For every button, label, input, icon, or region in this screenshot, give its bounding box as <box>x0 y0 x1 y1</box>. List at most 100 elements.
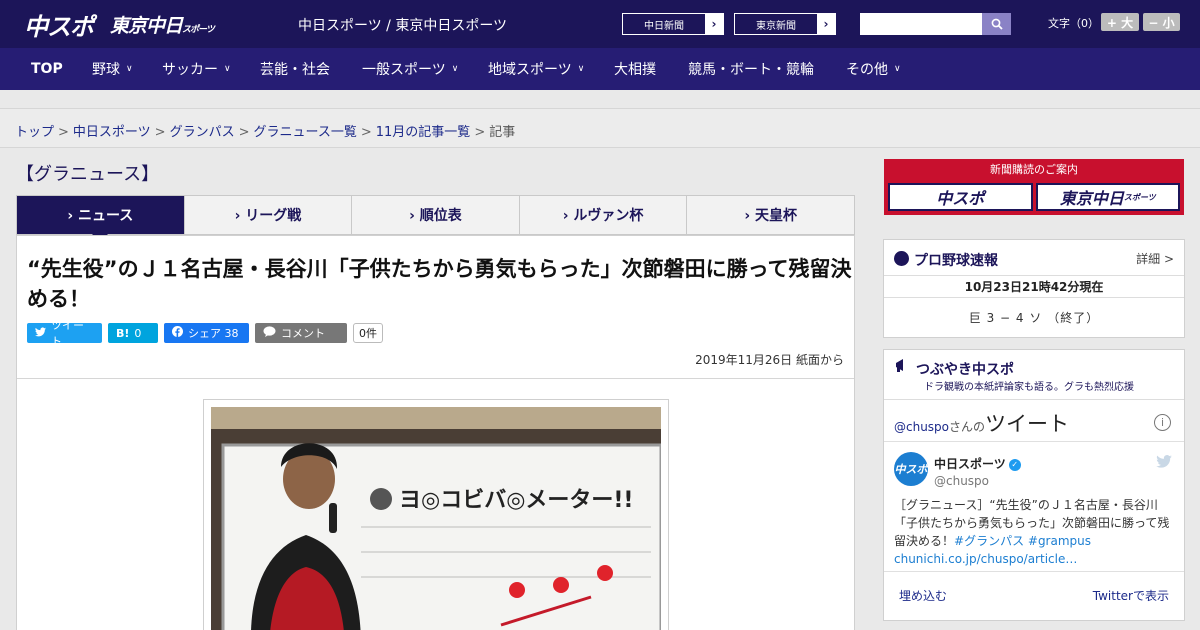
chuspo-logo[interactable]: 中スポ <box>24 7 94 42</box>
nav-label: その他 <box>846 62 888 78</box>
font-size-up-button[interactable]: + 大 <box>1101 13 1139 31</box>
breadcrumb-chuspo[interactable]: 中日スポーツ <box>73 125 151 140</box>
promo-chuspo-logo[interactable]: 中スポ <box>888 183 1033 211</box>
tweet-link[interactable]: chunichi.co.jp/chuspo/article… <box>894 552 1077 566</box>
tab-league[interactable]: › リーグ戦 <box>183 196 352 234</box>
article-dateline: 2019年11月26日 紙面から <box>695 353 844 367</box>
baseball-update-time: 10月23日21時42分現在 <box>884 276 1184 298</box>
nav-label: 大相撲 <box>614 62 656 78</box>
breadcrumb: トップ > 中日スポーツ > グランパス > グラニュース一覧 >11月の記事一覧 > 記事 <box>15 121 515 140</box>
tweets-by-suffix: さんの <box>949 420 986 434</box>
twitter-bird-icon <box>1156 454 1172 472</box>
section-title: 【グラニュース】 <box>16 164 160 185</box>
tab-news[interactable]: › ニュース <box>17 196 184 242</box>
article-headline: “先生役”のＪ１名古屋・長谷川「子供たちから勇気もらった」次節磐田に勝って残留決… <box>27 257 852 311</box>
chevron-down-icon: ∨ <box>126 64 133 74</box>
nav-label: TOP <box>31 61 63 77</box>
nav-label: 地域スポーツ <box>488 62 572 78</box>
nav-general-sports[interactable]: 一般スポーツ ∨ <box>362 48 458 90</box>
facebook-icon <box>172 326 183 340</box>
chevron-down-icon: ∨ <box>451 64 459 74</box>
nav-label: 野球 <box>92 62 120 78</box>
nav-top[interactable]: TOP <box>31 48 63 90</box>
tweet-account-handle[interactable]: @chuspo <box>934 474 989 488</box>
tweet-text: ［グラニュース］“先生役”のＪ１名古屋・長谷川「子供たちから勇気もらった」次節磐… <box>894 496 1180 568</box>
nav-label: 競馬・ボート・競輪 <box>688 62 814 78</box>
verified-badge-icon: ✓ <box>1008 458 1021 471</box>
baseball-box-header: プロ野球速報 詳細 > <box>884 240 1184 276</box>
nav-racing[interactable]: 競馬・ボート・競輪 <box>688 48 814 90</box>
tab-standings[interactable]: › 順位表 <box>351 196 519 234</box>
avatar[interactable]: 中スポ <box>894 452 928 486</box>
view-on-twitter-link[interactable]: Twitterで表示 <box>1093 587 1169 604</box>
hatena-icon: B! <box>116 326 130 340</box>
breadcrumb-top[interactable]: トップ <box>15 125 54 140</box>
chevron-down-icon: ∨ <box>577 64 585 74</box>
nav-baseball[interactable]: 野球 ∨ <box>92 48 133 90</box>
tokyo-chunichi-logo-text: 東京中日 <box>110 15 183 37</box>
tab-emperors-cup[interactable]: › 天皇杯 <box>686 196 854 234</box>
baseball-details-link[interactable]: 詳細 > <box>1136 250 1174 267</box>
category-tabs: › ニュース › リーグ戦 › 順位表 › ルヴァン杯 › 天皇杯 <box>16 195 855 242</box>
nav-soccer[interactable]: サッカー ∨ <box>162 48 231 90</box>
nav-sumo[interactable]: 大相撲 <box>614 48 656 90</box>
subscription-promo[interactable]: 新聞購読のご案内 中スポ 東京中日 スポーツ <box>884 159 1184 215</box>
info-icon[interactable]: i <box>1154 414 1171 431</box>
baseball-icon <box>894 251 909 266</box>
chevron-down-icon: ∨ <box>224 64 231 74</box>
nav-label: サッカー <box>162 62 218 78</box>
tweet-button[interactable]: ツイート <box>27 319 102 348</box>
promo-tokyo-chunichi-text: 東京中日 <box>1059 189 1124 208</box>
font-size-label: 文字（0） <box>1048 17 1099 30</box>
breadcrumb-separator: > <box>58 125 69 140</box>
top-header: 中スポ 東京中日スポーツ 中日スポーツ / 東京中日スポーツ 中日新聞 › 東京… <box>0 0 1200 48</box>
promo-tokyo-chunichi-small: スポーツ <box>1123 192 1156 202</box>
hatena-bookmark-button[interactable]: B! 0 <box>108 323 158 343</box>
tweet-account-name[interactable]: 中日スポーツ ✓ <box>934 455 1021 472</box>
nav-label: 一般スポーツ <box>362 62 446 78</box>
tweet-hashtags[interactable]: #グランパス #grampus <box>954 534 1091 548</box>
breadcrumb-november-list[interactable]: 11月の記事一覧 <box>376 125 471 140</box>
article-photo[interactable]: ヨ◎コビバ◎メーター!! <box>211 407 661 630</box>
hatena-count: 0 <box>134 326 142 340</box>
breadcrumb-separator: > <box>474 125 486 140</box>
embed-link[interactable]: 埋め込む <box>899 587 947 604</box>
account-name-text: 中日スポーツ <box>934 457 1006 471</box>
facebook-share-button[interactable]: シェア 38 <box>164 323 249 343</box>
breadcrumb-current: 記事 <box>489 125 516 140</box>
tweets-by-heading: @chuspoさんのツイート <box>894 408 1069 438</box>
photo-scene: ヨ◎コビバ◎メーター!! <box>211 407 661 630</box>
nav-entertainment[interactable]: 芸能・社会 <box>260 48 330 90</box>
breadcrumb-grampus[interactable]: グランパス <box>170 125 235 140</box>
article: “先生役”のＪ１名古屋・長谷川「子供たちから勇気もらった」次節磐田に勝って残留決… <box>16 235 855 630</box>
twitter-box-subtitle: ドラ観戦の本紙評論家も語る。グラも熱烈応援 <box>924 382 1134 393</box>
nav-regional-sports[interactable]: 地域スポーツ ∨ <box>488 48 584 90</box>
search-button[interactable] <box>982 13 1011 35</box>
twitter-box: つぶやき中スポ ドラ観戦の本紙評論家も語る。グラも熱烈応援 @chuspoさんの… <box>883 349 1185 621</box>
promo-logos: 中スポ 東京中日 スポーツ <box>888 183 1180 211</box>
site-name: 中日スポーツ / 東京中日スポーツ <box>298 18 508 34</box>
breadcrumb-gura-news-list[interactable]: グラニュース一覧 <box>254 125 357 140</box>
chevron-right-icon: › <box>817 14 835 34</box>
whiteboard-title: ヨ◎コビバ◎メーター!! <box>399 488 633 513</box>
baseball-score[interactable]: 巨 3 − 4 ソ （終了） <box>884 298 1184 338</box>
facebook-share-label: シェア <box>188 327 221 340</box>
chevron-down-icon: ∨ <box>894 64 901 74</box>
breadcrumb-separator: > <box>238 125 250 140</box>
tab-levain-cup[interactable]: › ルヴァン杯 <box>518 196 687 234</box>
nav-other[interactable]: その他 ∨ <box>846 48 901 90</box>
comment-button[interactable]: コメント <box>255 323 347 343</box>
breadcrumb-bar: トップ > 中日スポーツ > グランパス > グラニュース一覧 >11月の記事一覧 > 記事 <box>0 108 1200 148</box>
font-size-down-button[interactable]: − 小 <box>1143 13 1180 31</box>
divider <box>884 441 1184 442</box>
twitter-bird-icon <box>35 326 46 340</box>
twitter-handle-link[interactable]: @chuspo <box>894 420 949 434</box>
comment-label: コメント <box>281 327 325 340</box>
tokyo-chunichi-logo[interactable]: 東京中日スポーツ <box>110 11 215 38</box>
search-input[interactable] <box>860 13 982 35</box>
tokyo-shimbun-link[interactable]: 東京新聞 › <box>734 13 836 35</box>
twitter-box-header: つぶやき中スポ ドラ観戦の本紙評論家も語る。グラも熱烈応援 <box>884 350 1184 400</box>
promo-tokyo-chunichi-logo[interactable]: 東京中日 スポーツ <box>1035 183 1180 211</box>
chunichi-shimbun-link[interactable]: 中日新聞 › <box>622 13 724 35</box>
divider <box>17 378 854 379</box>
